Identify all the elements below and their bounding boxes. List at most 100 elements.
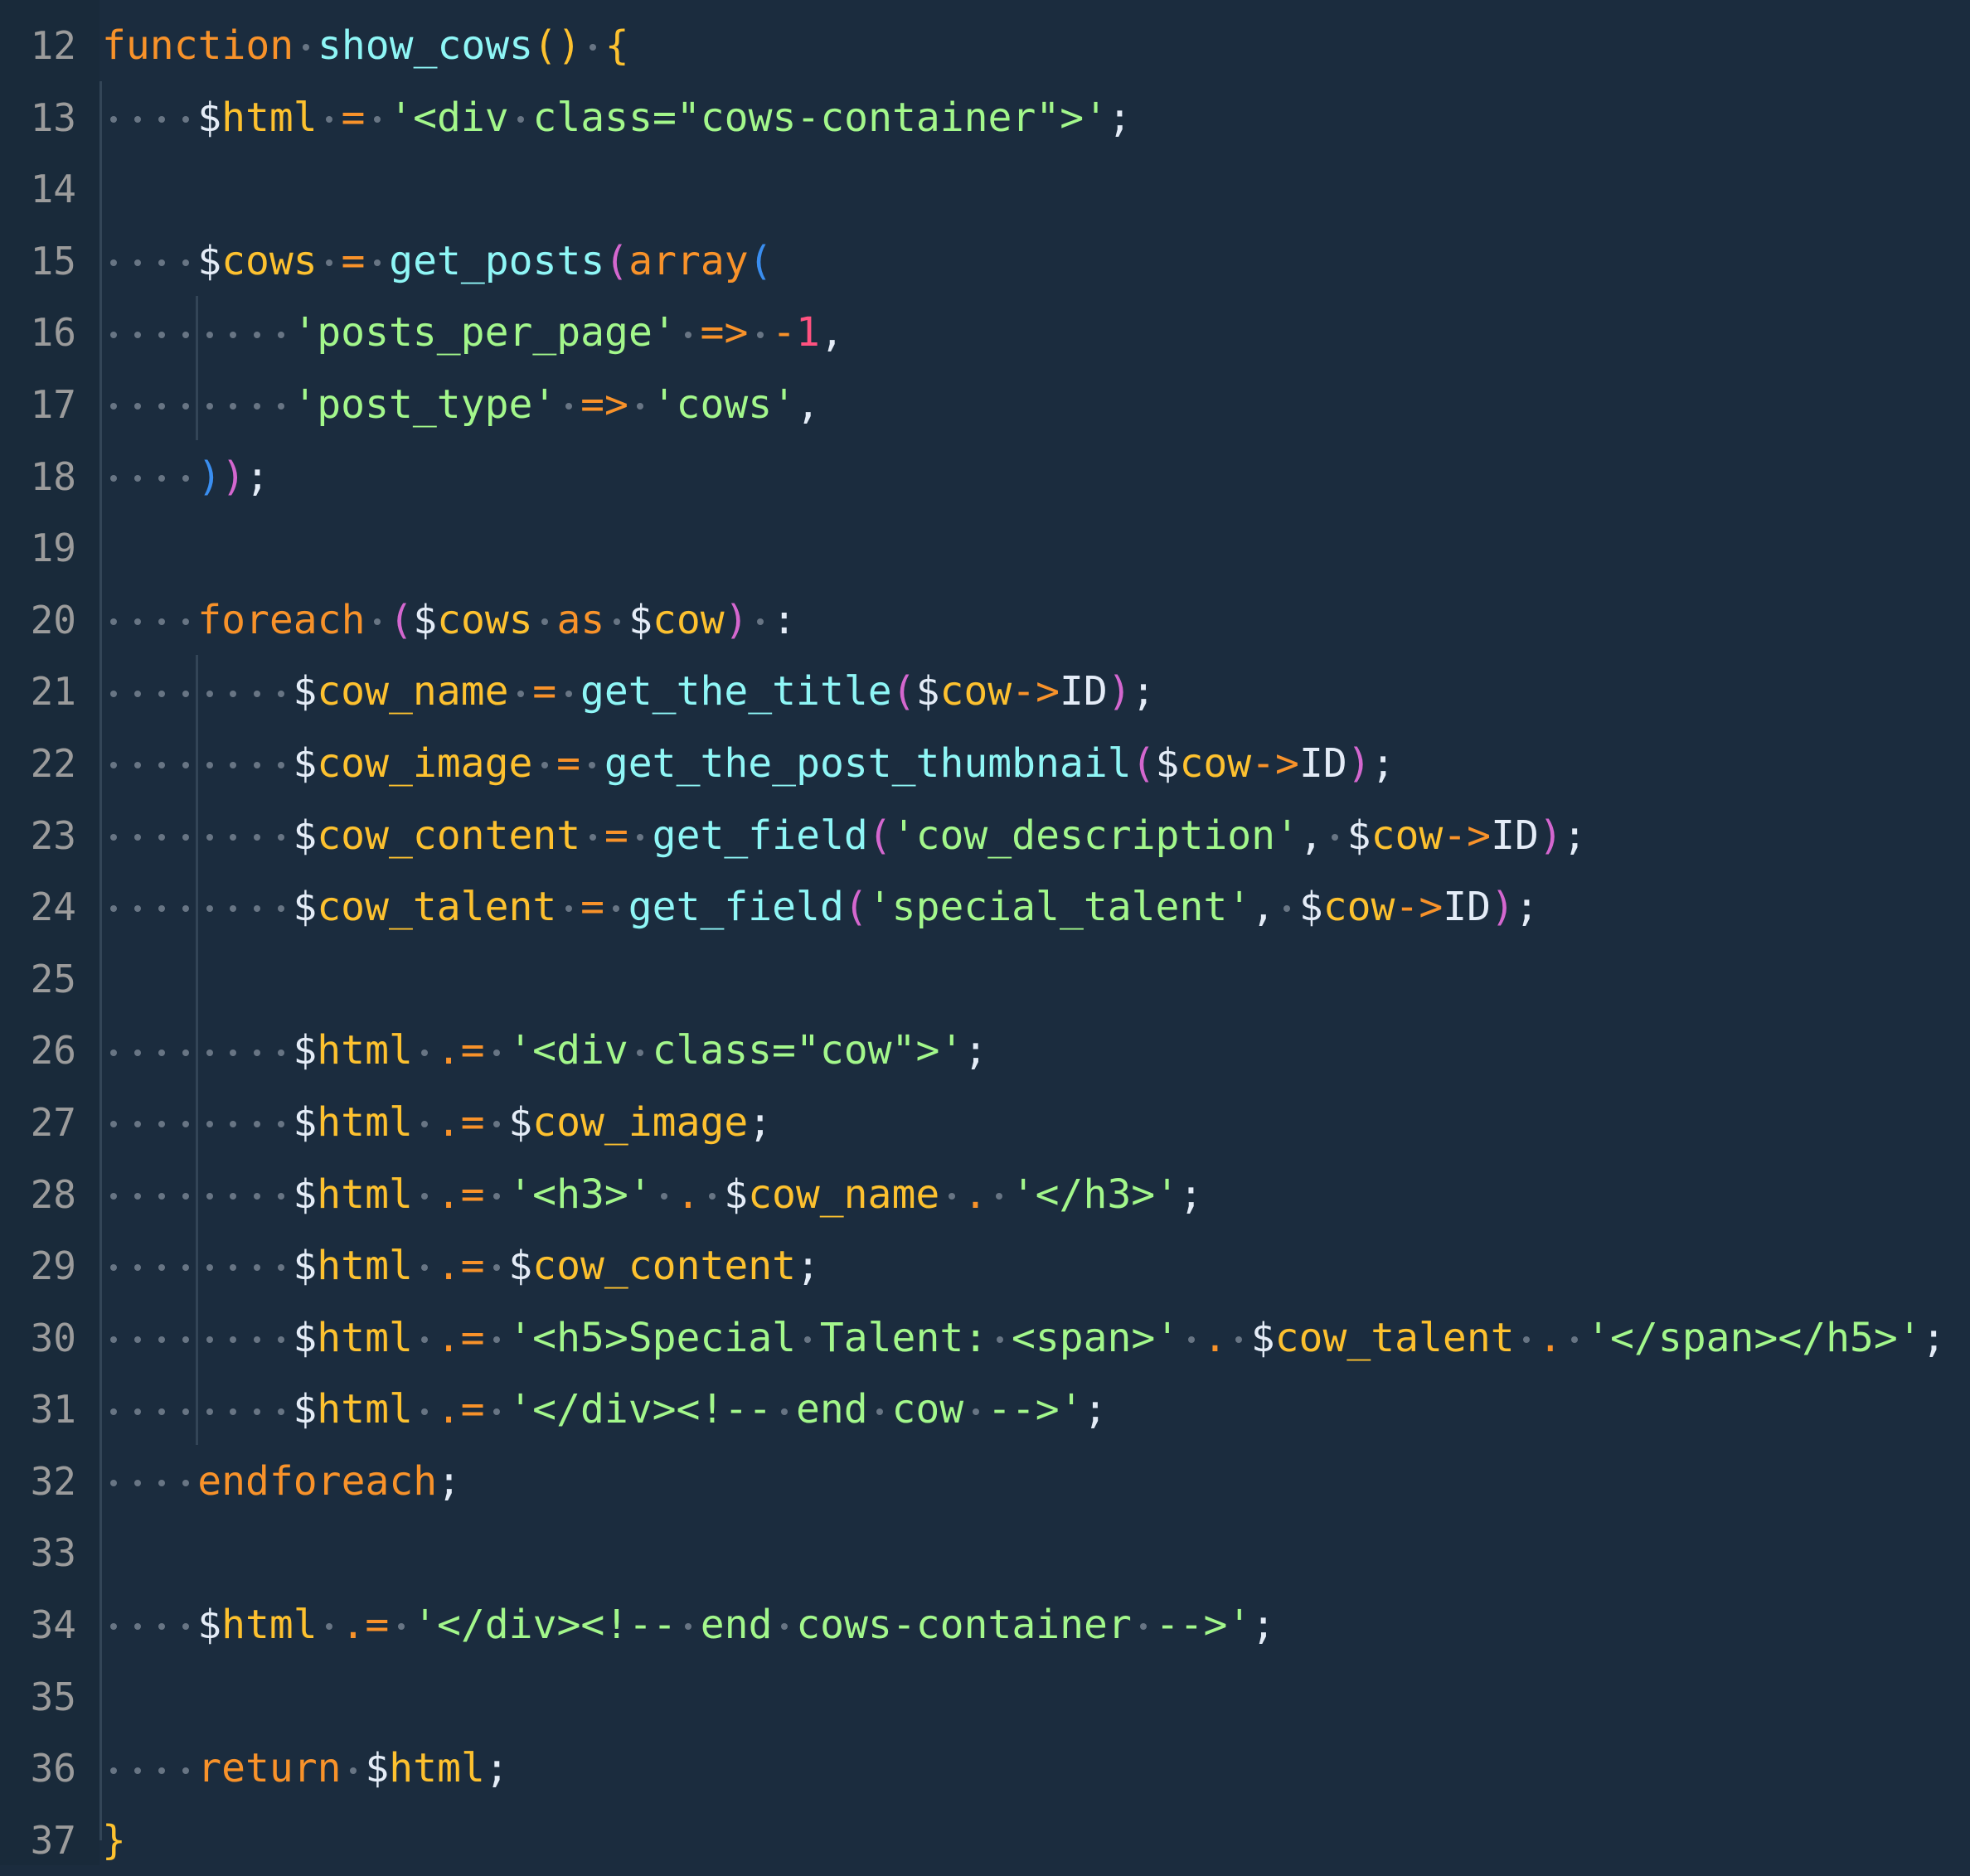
line-number: 25 (30, 956, 76, 1001)
operator-token: .= (341, 1602, 390, 1649)
whitespace-dot-icon (173, 1302, 197, 1374)
punctuation-token: ; (484, 1745, 509, 1792)
line-code: $cow_name = get_the_title($cow->ID); (102, 656, 1156, 728)
line-number: 14 (30, 167, 76, 212)
whitespace-dot-icon (772, 1374, 796, 1446)
code-line[interactable]: 22 $cow_image = get_the_post_thumbnail($… (0, 728, 1970, 800)
operator-token: = (580, 884, 604, 931)
line-number: 29 (30, 1243, 76, 1289)
punctuation-token: ; (1514, 884, 1539, 931)
code-line[interactable]: 31 $html .= '</div><!-- end cow -->'; (0, 1374, 1970, 1446)
bracket-token: } (102, 1816, 126, 1864)
code-line[interactable]: 16 'posts_per_page' => -1, (0, 297, 1970, 369)
property-token: ID (1298, 739, 1347, 787)
line-code: $html .= $cow_image; (102, 1087, 772, 1159)
whitespace-dot-icon (126, 225, 150, 298)
whitespace-dot-icon (413, 1302, 437, 1374)
keyword-token: return (197, 1745, 342, 1792)
whitespace-dot-icon (221, 728, 245, 800)
line-code: 'post_type' => 'cows', (102, 369, 820, 441)
whitespace-dot-icon (700, 1159, 724, 1231)
whitespace-dot-icon (987, 1159, 1012, 1231)
bracket-token: ( (604, 237, 629, 284)
whitespace-dot-icon (173, 1733, 197, 1805)
whitespace-dot-icon (628, 369, 653, 441)
code-lines[interactable]: 12 function show_cows() {13 $html = '<div… (0, 10, 1970, 1876)
code-line[interactable]: 20 foreach ($cows as $cow) : (0, 584, 1970, 657)
line-number: 28 (30, 1171, 76, 1217)
property-token: ID (1059, 668, 1108, 715)
code-line[interactable]: 26 $html .= '<div class="cow">'; (0, 1015, 1970, 1087)
whitespace-dot-icon (245, 297, 269, 369)
code-line[interactable]: 30 $html .= '<h5>Special Talent: <span>'… (0, 1302, 1970, 1374)
whitespace-dot-icon (245, 1230, 269, 1302)
code-line[interactable]: 18 )); (0, 441, 1970, 513)
variable-token: cow_content (317, 812, 581, 859)
whitespace-dot-icon (126, 1302, 150, 1374)
whitespace-dot-icon (126, 297, 150, 369)
line-code: $html .= '</div><!-- end cow -->'; (102, 1374, 1107, 1446)
code-line[interactable]: 21 $cow_name = get_the_title($cow->ID); (0, 656, 1970, 728)
bracket-token: ) (556, 22, 581, 69)
code-editor[interactable]: 12 function show_cows() {13 $html = '<div… (0, 0, 1970, 1865)
code-line[interactable]: 12 function show_cows() { (0, 10, 1970, 82)
variable-token: html (317, 1098, 413, 1146)
code-line[interactable]: 24 $cow_talent = get_field('special_tale… (0, 871, 1970, 943)
whitespace-dot-icon (126, 1015, 150, 1087)
code-line[interactable]: 14 (0, 153, 1970, 225)
keyword-token: endforeach (197, 1457, 438, 1505)
dollar-sign-token: $ (628, 596, 653, 643)
whitespace-dot-icon (245, 1015, 269, 1087)
whitespace-dot-icon (102, 1589, 126, 1661)
whitespace-dot-icon (484, 1087, 508, 1159)
variable-token: cow (1322, 884, 1395, 931)
whitespace-dot-icon (508, 656, 532, 728)
line-number: 33 (30, 1530, 76, 1576)
whitespace-dot-icon (269, 297, 294, 369)
whitespace-dot-icon (173, 1446, 197, 1518)
dollar-sign-token: $ (293, 1027, 318, 1074)
line-number: 37 (30, 1817, 76, 1863)
whitespace-dot-icon (126, 800, 150, 872)
whitespace-dot-icon (413, 1087, 437, 1159)
code-line[interactable]: 34 $html .= '</div><!-- end cows-contain… (0, 1589, 1970, 1661)
code-line[interactable]: 35 (0, 1661, 1970, 1733)
operator-token: . (1538, 1314, 1563, 1361)
whitespace-dot-icon (1179, 1302, 1203, 1374)
variable-token: cows (437, 596, 533, 643)
line-number: 32 (30, 1458, 76, 1504)
variable-token: html (317, 1386, 413, 1433)
code-line[interactable]: 25 (0, 943, 1970, 1016)
code-line[interactable]: 28 $html .= '<h3>' . $cow_name . '</h3>'… (0, 1159, 1970, 1231)
operator-token: . (963, 1171, 987, 1218)
whitespace-dot-icon (150, 656, 174, 728)
dollar-sign-token: $ (197, 1602, 222, 1649)
code-line[interactable]: 32 endforeach; (0, 1446, 1970, 1518)
whitespace-dot-icon (221, 1015, 245, 1087)
function-name-token: get_the_post_thumbnail (604, 739, 1132, 787)
code-line[interactable]: 13 $html = '<div class="cows-container">… (0, 82, 1970, 154)
code-line[interactable]: 29 $html .= $cow_content; (0, 1230, 1970, 1302)
code-line[interactable]: 36 return $html; (0, 1733, 1970, 1805)
whitespace-dot-icon (102, 1159, 126, 1231)
whitespace-dot-icon (102, 1446, 126, 1518)
bracket-token: ) (221, 453, 245, 500)
code-line[interactable]: 33 (0, 1517, 1970, 1589)
code-line[interactable]: 19 (0, 512, 1970, 584)
code-line[interactable]: 17 'post_type' => 'cows', (0, 369, 1970, 441)
whitespace-dot-icon (604, 584, 628, 657)
whitespace-dot-icon (150, 1159, 174, 1231)
code-line[interactable]: 23 $cow_content = get_field('cow_descrip… (0, 800, 1970, 872)
operator-token: .= (436, 1027, 485, 1074)
dollar-sign-token: $ (1155, 739, 1180, 787)
code-line[interactable]: 37} (0, 1805, 1970, 1876)
line-number: 12 (30, 23, 76, 68)
code-line[interactable]: 15 $cows = get_posts(array( (0, 225, 1970, 298)
operator-token: -> (1395, 884, 1444, 931)
property-token: ID (1491, 812, 1539, 859)
bracket-token: ( (843, 884, 868, 931)
code-line[interactable]: 27 $html .= $cow_image; (0, 1087, 1970, 1159)
whitespace-dot-icon (987, 1302, 1012, 1374)
line-number: 27 (30, 1099, 76, 1145)
line-code: $html .= '<h5>Special Talent: <span>' . … (102, 1302, 1946, 1374)
